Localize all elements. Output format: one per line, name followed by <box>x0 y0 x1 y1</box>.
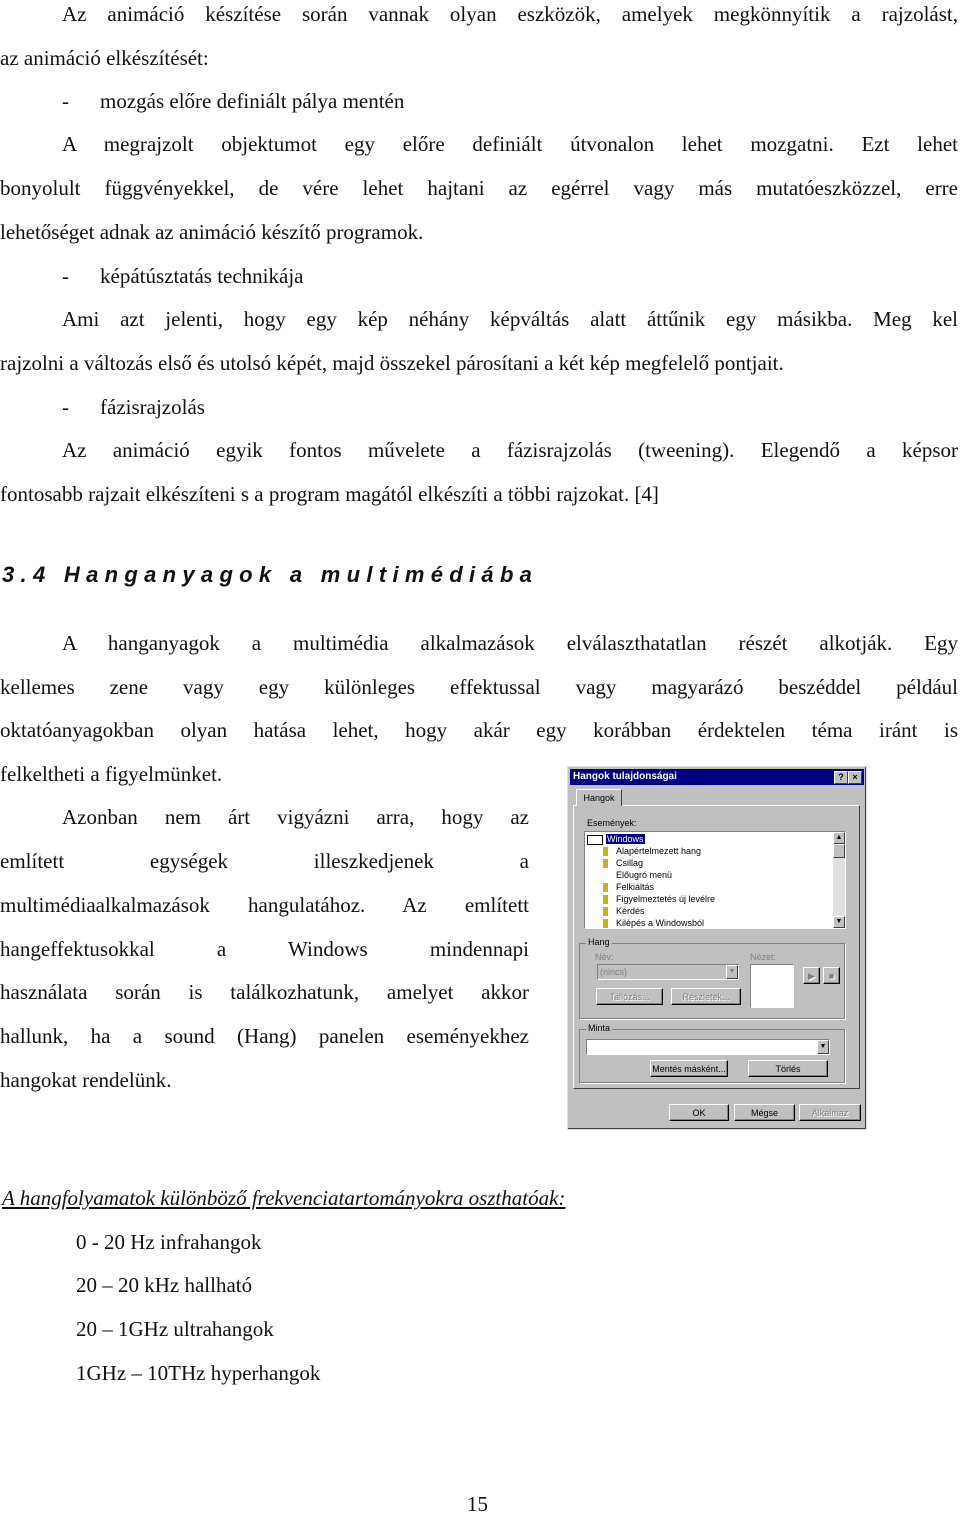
ok-button[interactable]: OK <box>669 1104 729 1121</box>
bullet-item: - mozgás előre definiált pálya mentén <box>62 89 404 113</box>
paragraph-line: kellemes zene vagy egy különleges effekt… <box>0 675 958 699</box>
list-item[interactable]: Előugró menü <box>616 869 672 881</box>
list-item[interactable]: Felkiáltás <box>603 881 654 893</box>
page-number: 15 <box>467 1492 488 1516</box>
list-item[interactable]: Windows <box>587 833 645 845</box>
help-icon[interactable]: ? <box>834 771 848 784</box>
speaker-icon <box>603 847 613 857</box>
bullet-dash: - <box>62 264 69 288</box>
browse-button[interactable]: Tallózás... <box>596 988 663 1005</box>
preview-label: Nézet: <box>750 952 777 962</box>
save-as-button[interactable]: Mentés másként... <box>650 1060 728 1077</box>
frequency-item: 0 - 20 Hz infrahangok <box>76 1230 262 1254</box>
paragraph-line: hangeffektusokkal a Windows mindennapi <box>0 937 529 961</box>
delete-button[interactable]: Törlés <box>748 1060 828 1077</box>
bullet-text: képátúsztatás technikája <box>100 264 304 288</box>
sound-name-select[interactable]: (nincs) ▼ <box>597 964 739 980</box>
speaker-icon <box>603 859 613 869</box>
list-item[interactable]: Kilépés a Windowsból <box>603 917 704 928</box>
paragraph-line: hallunk, ha a sound (Hang) panelen esemé… <box>0 1024 529 1048</box>
bullet-text: mozgás előre definiált pálya mentén <box>100 89 405 113</box>
sound-properties-dialog: Hangok tulajdonságai ? × Hangok Eseménye… <box>567 766 867 1130</box>
details-button[interactable]: Részletek... <box>671 988 741 1005</box>
dialog-titlebar: Hangok tulajdonságai ? × <box>570 769 864 785</box>
list-item[interactable]: Csillag <box>603 857 643 869</box>
hang-group: Hang Név: (nincs) ▼ Tallózás... Részlete… <box>579 937 845 1019</box>
frequency-item: 20 – 1GHz ultrahangok <box>76 1317 274 1341</box>
paragraph-line: lehetőséget adnak az animáció készítő pr… <box>0 220 424 244</box>
frequency-heading: A hangfolyamatok különböző frekvenciatar… <box>2 1186 566 1210</box>
scroll-down-icon[interactable]: ▼ <box>833 916 845 928</box>
cancel-button[interactable]: Mégse <box>734 1104 795 1121</box>
paragraph-line: multimédiaalkalmazások hangulatához. Az … <box>0 893 529 917</box>
section-heading: 3.4 Hanganyagok a multimédiába <box>2 562 539 587</box>
paragraph-line: Az animáció egyik fontos művelete a fázi… <box>62 438 958 462</box>
paragraph-line: az animáció elkészítését: <box>0 46 209 70</box>
bullet-dash: - <box>62 395 69 419</box>
paragraph-line: Az animáció készítése során vannak olyan… <box>62 2 958 26</box>
bullet-text: fázisrajzolás <box>100 395 205 419</box>
paragraph-line: említett egységek illeszkedjenek a <box>0 849 529 873</box>
dialog-title: Hangok tulajdonságai <box>573 771 677 782</box>
paragraph-line: fontosabb rajzait elkészíteni s a progra… <box>0 482 659 506</box>
paragraph-line: Azonban nem árt vigyázni arra, hogy az <box>62 805 529 829</box>
speaker-icon <box>603 907 613 917</box>
speaker-icon <box>603 895 613 905</box>
list-item[interactable]: Kérdés <box>603 905 645 917</box>
preview-box <box>750 964 794 1008</box>
play-icon[interactable]: ▶ <box>803 967 820 984</box>
paragraph-line: rajzolni a változás első és utolsó képét… <box>0 351 784 375</box>
events-label: Események: <box>587 818 637 828</box>
speaker-icon <box>603 883 613 893</box>
bullet-dash: - <box>62 89 69 113</box>
list-item[interactable]: Figyelmeztetés új levélre <box>603 893 715 905</box>
close-icon[interactable]: × <box>848 771 862 784</box>
chevron-down-icon[interactable]: ▼ <box>817 1040 829 1054</box>
name-label: Név: <box>595 952 614 962</box>
list-scrollbar[interactable]: ▲ ▼ <box>833 832 845 928</box>
folder-icon <box>587 834 603 845</box>
paragraph-line: Ami azt jelenti, hogy egy kép néhány kép… <box>62 307 958 331</box>
chevron-down-icon[interactable]: ▼ <box>726 965 738 979</box>
scroll-thumb[interactable] <box>833 844 845 858</box>
list-item[interactable]: Alapértelmezett hang <box>603 845 701 857</box>
scheme-group-label: Minta <box>586 1023 613 1033</box>
speaker-icon <box>603 919 613 928</box>
bullet-item: - fázisrajzolás <box>62 395 205 419</box>
apply-button[interactable]: Alkalmaz <box>799 1104 861 1121</box>
scheme-group: Minta ▼ Mentés másként... Törlés <box>579 1023 845 1083</box>
frequency-item: 1GHz – 10THz hyperhangok <box>76 1361 321 1385</box>
events-list[interactable]: Windows Alapértelmezett hang Csillag Elő… <box>584 831 846 929</box>
tab-hangok[interactable]: Hangok <box>576 789 622 806</box>
stop-icon[interactable]: ■ <box>823 967 840 984</box>
bullet-item: - képátúsztatás technikája <box>62 264 304 288</box>
frequency-item: 20 – 20 kHz hallható <box>76 1273 253 1297</box>
paragraph-line: oktatóanyagokban olyan hatása lehet, hog… <box>0 718 958 742</box>
paragraph-line: A megrajzolt objektumot egy előre defini… <box>62 132 958 156</box>
hang-group-label: Hang <box>586 937 612 947</box>
scheme-select[interactable]: ▼ <box>586 1039 830 1055</box>
paragraph-line: A hanganyagok a multimédia alkalmazások … <box>62 631 958 655</box>
paragraph-line: használata során is találkozhatunk, amel… <box>0 980 529 1004</box>
paragraph-line: bonyolult függvényekkel, de vére lehet h… <box>0 176 958 200</box>
scroll-up-icon[interactable]: ▲ <box>833 832 845 844</box>
